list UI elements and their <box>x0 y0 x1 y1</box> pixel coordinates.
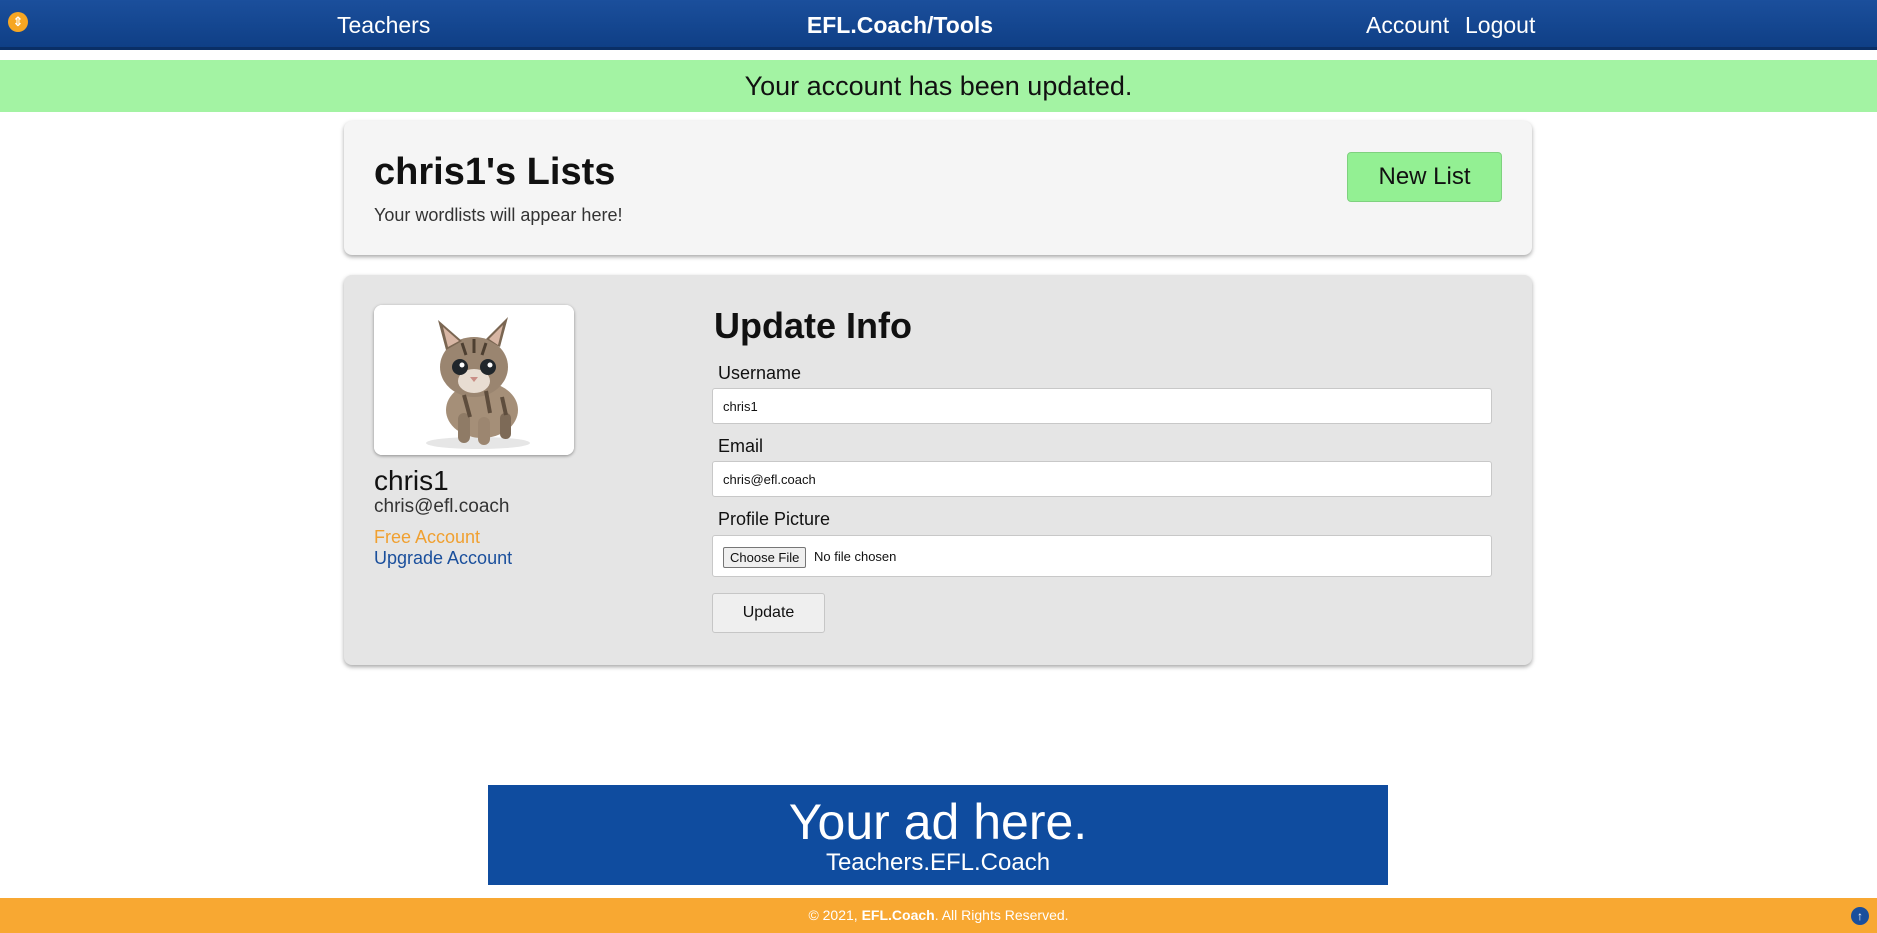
lists-title: chris1's Lists <box>374 151 616 193</box>
profile-email: chris@efl.coach <box>374 496 510 517</box>
ad-headline: Your ad here. <box>788 794 1088 850</box>
profile-picture-label: Profile Picture <box>718 509 831 529</box>
nav-logout-link[interactable]: Logout <box>1465 12 1535 39</box>
kitten-image <box>374 305 574 455</box>
footer-copyright: © 2021, <box>808 907 862 923</box>
profile-picture-input[interactable]: Choose File No file chosen <box>712 535 1492 577</box>
no-file-chosen-text: No file chosen <box>814 549 897 564</box>
footer-brand: EFL.Coach <box>861 907 935 923</box>
email-label: Email <box>718 436 764 456</box>
lists-card: chris1's Lists Your wordlists will appea… <box>344 121 1532 255</box>
username-field[interactable] <box>712 388 1492 424</box>
lists-subtitle: Your wordlists will appear here! <box>374 205 623 225</box>
footer-rights: . All Rights Reserved. <box>934 907 1069 923</box>
flash-message: Your account has been updated. <box>0 60 1877 112</box>
top-navbar: ⇕ Teachers EFL.Coach/Tools Account Logou… <box>0 0 1877 50</box>
nav-account-link[interactable]: Account <box>1366 12 1449 39</box>
update-info-title: Update Info <box>714 305 912 346</box>
arrow-up-icon[interactable]: ↑ <box>1851 907 1869 925</box>
new-list-button[interactable]: New List <box>1347 152 1502 202</box>
ad-site: Teachers.EFL.Coach <box>825 849 1051 876</box>
choose-file-button[interactable]: Choose File <box>723 547 807 568</box>
profile-name: chris1 <box>374 465 449 496</box>
upgrade-account-link[interactable]: Upgrade Account <box>374 548 512 569</box>
email-field[interactable] <box>712 461 1492 497</box>
footer: © 2021, EFL.Coach. All Rights Reserved. … <box>0 898 1877 933</box>
ad-banner[interactable]: Your ad here. Teachers.EFL.Coach <box>488 785 1388 885</box>
avatar <box>374 305 574 455</box>
username-label: Username <box>718 363 802 383</box>
brand-link[interactable]: EFL.Coach/Tools <box>807 12 993 38</box>
update-button[interactable]: Update <box>712 593 825 633</box>
account-plan-label: Free Account <box>374 527 481 547</box>
profile-card: chris1 chris@efl.coach Free Account Upgr… <box>344 275 1532 665</box>
